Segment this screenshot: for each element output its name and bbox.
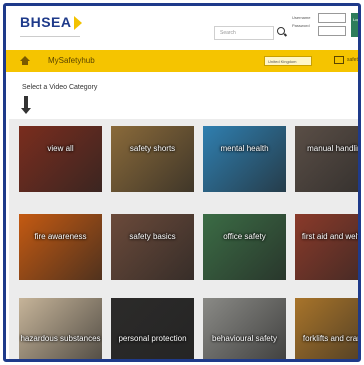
tile-safety-basics[interactable]: safety basics (111, 214, 194, 280)
home-icon[interactable] (20, 56, 30, 65)
tile-label: hazardous substances (20, 334, 101, 343)
tile-label: personal protection (118, 334, 187, 343)
tile-first-aid-and-welfare[interactable]: first aid and welfare (295, 214, 360, 280)
tile-image (111, 298, 194, 359)
tile-view-all[interactable]: view all (19, 126, 102, 192)
folder-label[interactable]: safetyhub (347, 57, 358, 63)
tile-personal-protection[interactable]: personal protection (111, 298, 194, 359)
nav-bar: MySafetyhub United Kingdom safetyhub (6, 50, 358, 72)
tile-safety-shorts[interactable]: safety shorts (111, 126, 194, 192)
logo-tagline (20, 34, 90, 38)
password-label: Password (292, 23, 310, 28)
tile-fire-awareness[interactable]: fire awareness (19, 214, 102, 280)
search-icon[interactable] (277, 27, 285, 35)
tile-label: fire awareness (34, 232, 87, 241)
tile-office-safety[interactable]: office safety (203, 214, 286, 280)
tile-image (203, 298, 286, 359)
tile-label: safety shorts (129, 144, 176, 153)
tile-manual-handling[interactable]: manual handling (295, 126, 361, 192)
username-label: Username (292, 15, 311, 20)
select-category-label: Select a Video Category (22, 84, 98, 91)
tile-label: forklifts and cranes (302, 334, 358, 343)
tile-image (19, 298, 102, 359)
tile-behavioural-safety[interactable]: behavioural safety (203, 298, 286, 359)
tile-image (19, 214, 102, 280)
search-input[interactable]: Search (214, 26, 274, 40)
logo-text: BHSEA (20, 14, 72, 30)
tile-image (203, 126, 286, 192)
logo-chevron-icon (73, 15, 82, 30)
top-header: BHSEA Search Username Password Login (6, 6, 358, 50)
tile-label: behavioural safety (212, 334, 277, 343)
tile-image (203, 214, 286, 280)
tile-hazardous-substances[interactable]: hazardous substances (19, 298, 102, 359)
login-labels: Username Password (292, 14, 310, 30)
tile-image (19, 126, 102, 192)
tile-label: manual handling (307, 144, 361, 153)
tile-image (111, 214, 194, 280)
tile-image (295, 214, 358, 280)
tile-image (295, 126, 358, 192)
folder-icon[interactable] (334, 56, 344, 64)
bhsea-logo[interactable]: BHSEA (20, 14, 90, 38)
password-field[interactable] (318, 26, 346, 36)
tile-label: mental health (220, 144, 269, 153)
tile-label: view all (47, 144, 74, 153)
app-window: BHSEA Search Username Password Login MyS… (3, 3, 361, 362)
tile-label: office safety (223, 232, 266, 241)
tile-forklifts-and-cranes[interactable]: forklifts and cranes (295, 298, 358, 359)
mysafetyhub-link[interactable]: MySafetyhub (48, 56, 95, 65)
username-field[interactable] (318, 13, 346, 23)
login-button[interactable]: Login (351, 13, 358, 37)
tile-label: safety basics (129, 232, 176, 241)
tile-image (295, 298, 358, 359)
tile-label: first aid and welfare (301, 232, 360, 241)
region-select[interactable]: United Kingdom (264, 56, 312, 66)
tile-image (111, 126, 194, 192)
arrow-down-icon (21, 96, 31, 114)
tile-mental-health[interactable]: mental health (203, 126, 286, 192)
